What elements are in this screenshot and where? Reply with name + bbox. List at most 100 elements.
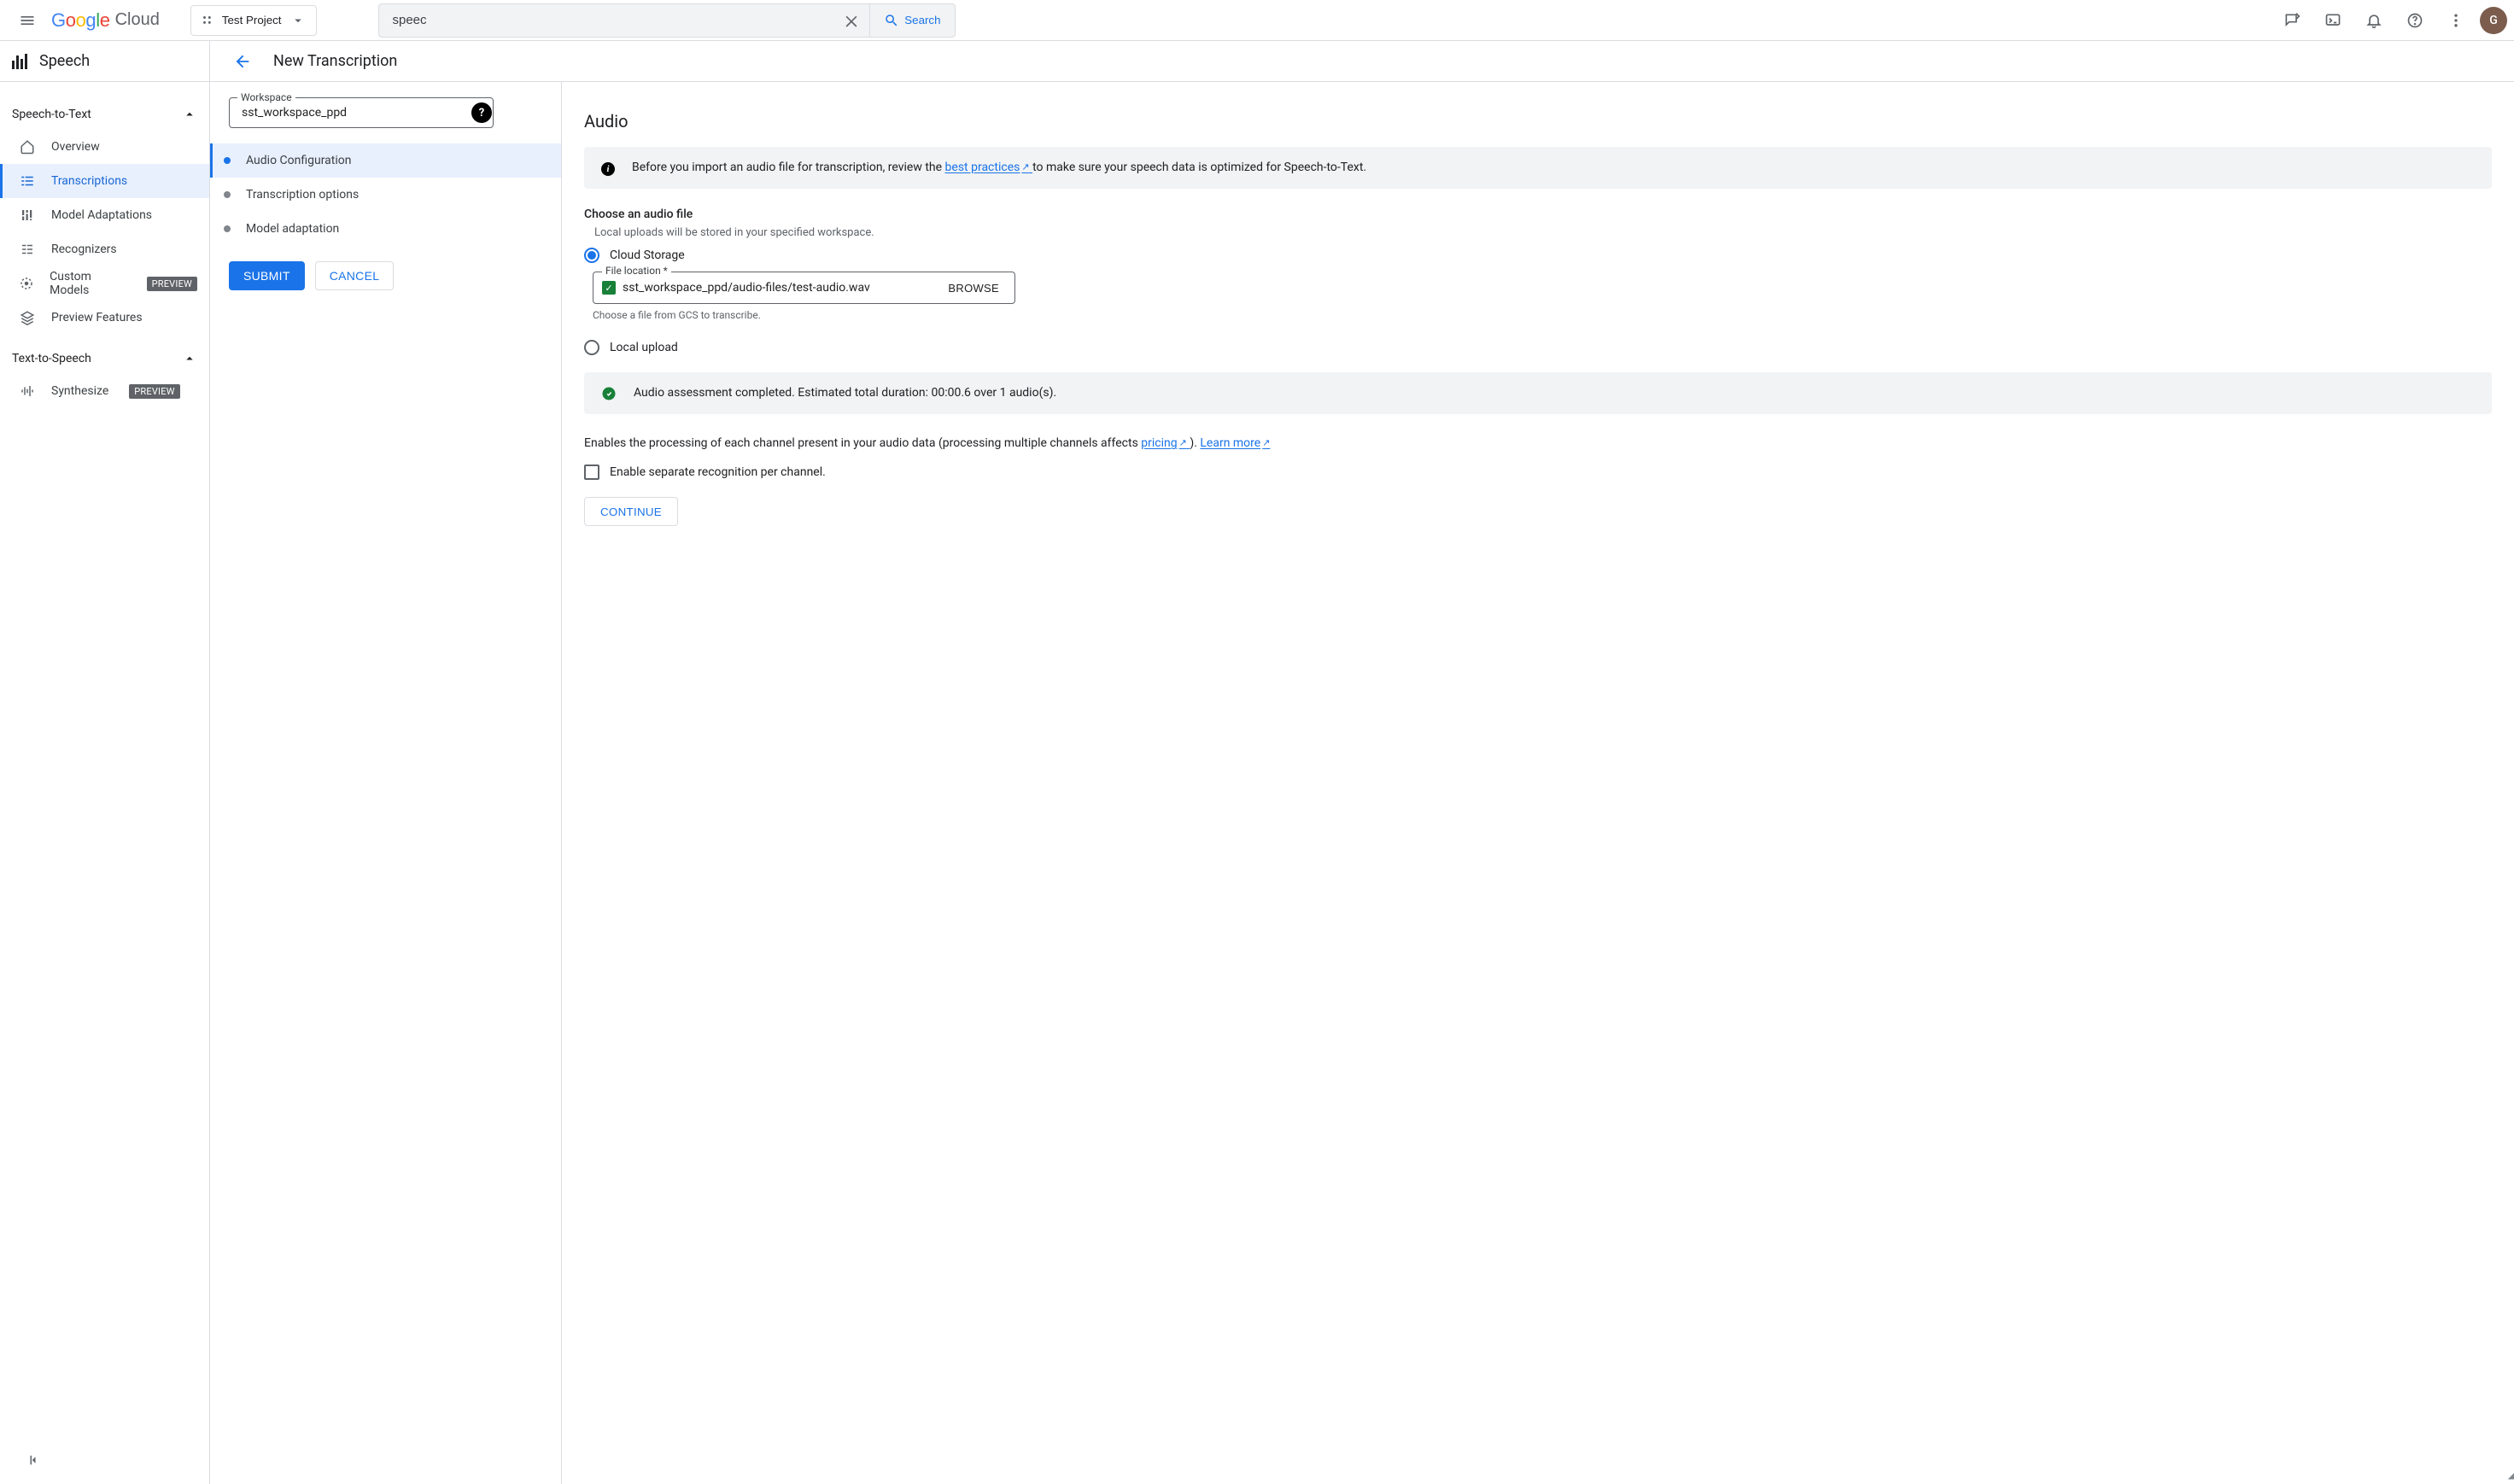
step-model-adaptation[interactable]: Model adaptation bbox=[210, 212, 561, 246]
radio-icon bbox=[584, 248, 599, 263]
nav-item-custom-models[interactable]: Custom Models PREVIEW bbox=[0, 266, 209, 301]
section-title: Audio bbox=[584, 111, 2492, 131]
back-arrow-icon[interactable] bbox=[225, 44, 260, 79]
waveform-icon bbox=[19, 383, 36, 399]
external-link-icon: ↗ bbox=[1262, 437, 1270, 448]
account-avatar[interactable]: G bbox=[2480, 7, 2507, 34]
assessment-notice: Audio assessment completed. Estimated to… bbox=[584, 372, 2492, 414]
nav-item-transcriptions[interactable]: Transcriptions bbox=[0, 164, 209, 198]
list-icon bbox=[19, 173, 36, 189]
notice-text-pre: Before you import an audio file for tran… bbox=[632, 161, 945, 174]
rows-icon bbox=[19, 242, 36, 257]
nav-item-model-adaptations[interactable]: Model Adaptations bbox=[0, 198, 209, 232]
best-practices-notice: i Before you import an audio file for tr… bbox=[584, 147, 2492, 189]
cloud-shell-icon[interactable] bbox=[2316, 3, 2350, 38]
separate-channel-checkbox[interactable]: Enable separate recognition per channel. bbox=[584, 464, 2492, 480]
chevron-up-icon bbox=[182, 107, 197, 122]
checkbox-label: Enable separate recognition per channel. bbox=[610, 465, 826, 479]
workspace-label: Workspace bbox=[237, 91, 295, 103]
channel-description: Enables the processing of each channel p… bbox=[584, 435, 2492, 453]
nav-item-synthesize[interactable]: Synthesize PREVIEW bbox=[0, 374, 209, 408]
nav-item-recognizers[interactable]: Recognizers bbox=[0, 232, 209, 266]
google-cloud-logo[interactable]: Google Cloud bbox=[51, 9, 160, 32]
success-icon bbox=[601, 386, 617, 401]
nav-item-overview[interactable]: Overview bbox=[0, 130, 209, 164]
workspace-field: Workspace sst_workspace_ppd ? bbox=[229, 97, 542, 128]
collapse-nav-icon[interactable] bbox=[17, 1443, 51, 1477]
radio-label: Cloud Storage bbox=[610, 248, 685, 262]
preview-chip: PREVIEW bbox=[147, 277, 197, 291]
target-icon bbox=[19, 276, 34, 291]
step-dot-icon bbox=[224, 157, 231, 164]
nav-item-preview-features[interactable]: Preview Features bbox=[0, 301, 209, 335]
file-location-field: File location * ✓ sst_workspace_ppd/audi… bbox=[593, 272, 1015, 304]
nav-group-speech-to-text[interactable]: Speech-to-Text bbox=[0, 99, 209, 130]
nav-item-label: Custom Models bbox=[50, 270, 126, 297]
search-icon bbox=[884, 13, 899, 28]
search-button-label: Search bbox=[904, 14, 940, 26]
learn-more-link[interactable]: Learn more↗ bbox=[1200, 436, 1270, 450]
nav-group-text-to-speech[interactable]: Text-to-Speech bbox=[0, 343, 209, 374]
project-name: Test Project bbox=[222, 14, 282, 26]
chevron-up-icon bbox=[182, 351, 197, 366]
search-clear-icon[interactable] bbox=[833, 4, 870, 37]
file-valid-icon: ✓ bbox=[602, 281, 616, 295]
avatar-initial: G bbox=[2489, 14, 2498, 27]
step-dot-icon bbox=[224, 191, 231, 198]
search-input[interactable] bbox=[379, 4, 833, 37]
step-label: Transcription options bbox=[246, 188, 359, 202]
nav-item-label: Synthesize bbox=[51, 384, 108, 398]
browse-button[interactable]: BROWSE bbox=[943, 281, 1004, 295]
tune-icon bbox=[19, 207, 36, 223]
global-search: Search bbox=[378, 3, 956, 38]
link-label: best practices bbox=[945, 161, 1020, 174]
side-nav: Speech-to-Text Overview Transcriptions M… bbox=[0, 82, 210, 1484]
more-vert-icon[interactable] bbox=[2439, 3, 2473, 38]
pricing-link[interactable]: pricing↗ bbox=[1141, 436, 1190, 450]
workspace-value: sst_workspace_ppd bbox=[242, 106, 347, 120]
continue-button[interactable]: CONTINUE bbox=[584, 497, 678, 526]
nav-item-label: Preview Features bbox=[51, 311, 143, 324]
project-picker[interactable]: Test Project bbox=[190, 5, 317, 36]
radio-label: Local upload bbox=[610, 341, 678, 354]
nav-group-label: Text-to-Speech bbox=[12, 352, 91, 365]
nav-item-label: Model Adaptations bbox=[51, 208, 152, 222]
step-transcription-options[interactable]: Transcription options bbox=[210, 178, 561, 212]
main-content: Audio i Before you import an audio file … bbox=[562, 82, 2514, 1484]
top-app-bar: Google Cloud Test Project Search G bbox=[0, 0, 2514, 41]
external-link-icon: ↗ bbox=[1021, 161, 1029, 172]
home-icon bbox=[19, 139, 36, 155]
radio-icon bbox=[584, 340, 599, 355]
file-location-label: File location * bbox=[602, 265, 671, 277]
feedback-icon[interactable] bbox=[2275, 3, 2309, 38]
preview-chip: PREVIEW bbox=[129, 384, 179, 399]
choose-audio-hint: Local uploads will be stored in your spe… bbox=[594, 226, 2492, 239]
file-location-value[interactable]: sst_workspace_ppd/audio-files/test-audio… bbox=[623, 281, 943, 295]
step-label: Audio Configuration bbox=[246, 154, 351, 167]
notifications-icon[interactable] bbox=[2357, 3, 2391, 38]
step-dot-icon bbox=[224, 225, 231, 232]
help-tooltip-icon[interactable]: ? bbox=[471, 102, 492, 123]
product-title: Speech bbox=[39, 52, 90, 70]
step-audio-configuration[interactable]: Audio Configuration bbox=[210, 143, 561, 178]
caret-down-icon bbox=[290, 13, 306, 28]
speech-product-icon bbox=[12, 54, 27, 69]
choose-audio-header: Choose an audio file bbox=[584, 207, 2492, 221]
hamburger-menu-icon[interactable] bbox=[10, 3, 44, 38]
nav-item-label: Recognizers bbox=[51, 242, 117, 256]
nav-group-label: Speech-to-Text bbox=[12, 108, 91, 121]
stepper-column: Workspace sst_workspace_ppd ? Audio Conf… bbox=[210, 82, 562, 1484]
best-practices-link[interactable]: best practices↗ bbox=[945, 161, 1033, 174]
nav-item-label: Transcriptions bbox=[51, 174, 127, 188]
help-icon[interactable] bbox=[2398, 3, 2432, 38]
search-button[interactable]: Search bbox=[870, 4, 954, 37]
submit-button[interactable]: SUBMIT bbox=[229, 261, 305, 290]
external-link-icon: ↗ bbox=[1179, 437, 1187, 448]
notice-text-post: to make sure your speech data is optimiz… bbox=[1032, 161, 1366, 174]
radio-cloud-storage[interactable]: Cloud Storage bbox=[584, 248, 2492, 263]
nav-item-label: Overview bbox=[51, 140, 100, 154]
radio-local-upload[interactable]: Local upload bbox=[584, 340, 2492, 355]
assessment-text: Audio assessment completed. Estimated to… bbox=[634, 384, 1056, 402]
channel-text-mid: ). bbox=[1190, 436, 1200, 450]
cancel-button[interactable]: CANCEL bbox=[315, 261, 395, 290]
